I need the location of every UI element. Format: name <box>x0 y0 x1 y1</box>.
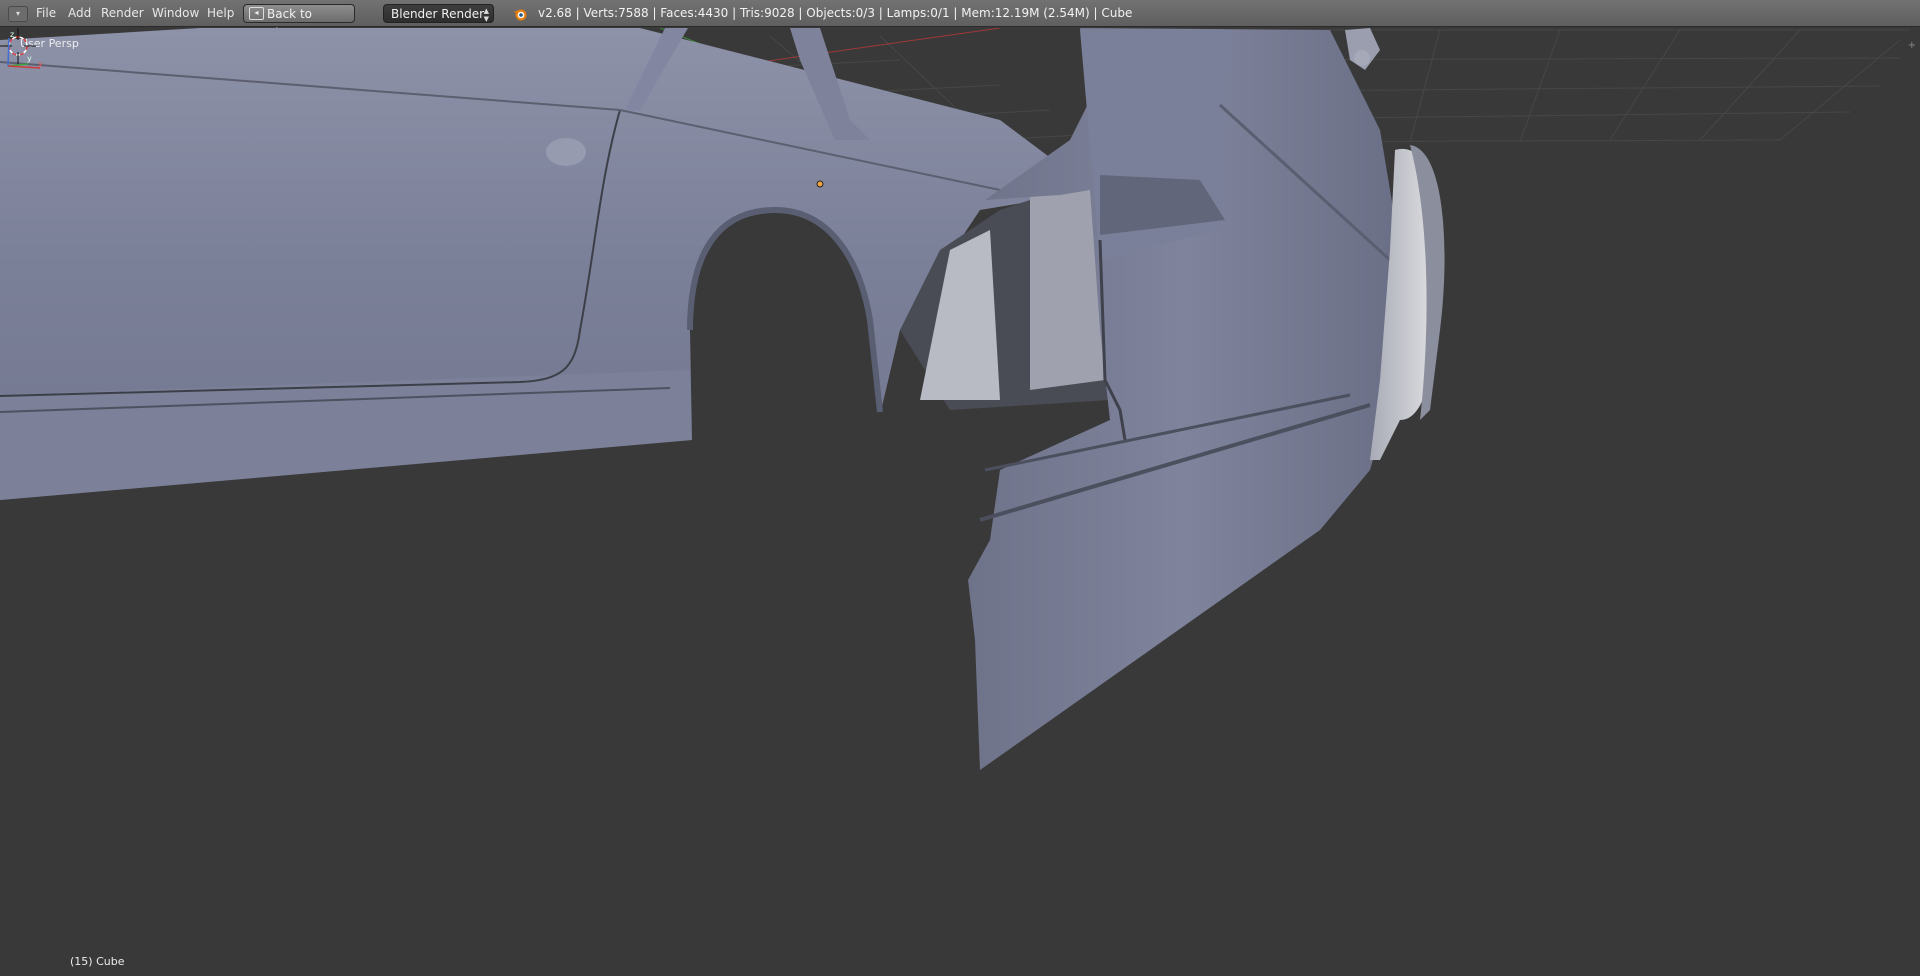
updown-arrows-icon: ▲ ▼ <box>483 7 489 23</box>
3d-viewport[interactable]: User Persp + + z y x (15) Cube <box>0 28 1920 976</box>
blender-logo-icon <box>513 9 527 21</box>
object-origin-dot <box>816 180 824 188</box>
active-object-label: (15) Cube <box>70 955 125 968</box>
back-arrow-icon: ◂ <box>249 7 264 20</box>
viewport-scene <box>0 28 1910 770</box>
region-plus-icon[interactable]: + <box>1908 40 1916 51</box>
info-header: ▾ File Add Render Window Help ◂Back to P… <box>0 0 1920 40</box>
menu-render[interactable]: Render <box>101 0 144 27</box>
render-engine-value: Blender Render <box>391 7 485 21</box>
axis-gizmo-icon: z y x <box>7 30 43 69</box>
axis-z-label: z <box>10 30 14 39</box>
menu-window[interactable]: Window <box>152 0 199 27</box>
axis-x-label: x <box>38 60 43 69</box>
menu-help[interactable]: Help <box>207 0 234 27</box>
axis-y-label: y <box>27 54 32 63</box>
car-mesh <box>0 28 1445 770</box>
menu-file[interactable]: File <box>36 0 56 27</box>
back-to-previous-button[interactable]: ◂Back to Previous <box>243 4 355 40</box>
menu-add[interactable]: Add <box>68 0 91 27</box>
scene-stats: v2.68 | Verts:7588 | Faces:4430 | Tris:9… <box>538 6 1133 20</box>
render-engine-select[interactable]: Blender Render ▲ ▼ <box>383 4 494 23</box>
editor-type-icon[interactable]: ▾ <box>8 6 28 22</box>
